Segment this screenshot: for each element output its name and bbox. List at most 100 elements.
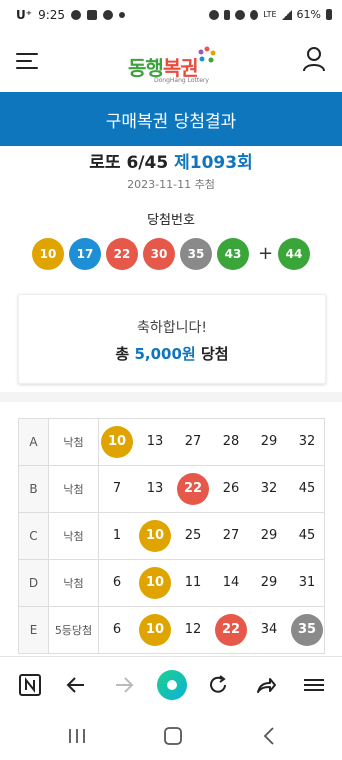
ticket-number: 1 <box>112 528 122 543</box>
logo-burst-icon <box>198 46 216 63</box>
main-content: 로또 6/45 제1093회 2023-11-11 추첨 당첨번호 10 1 7 … <box>0 146 342 656</box>
ticket-row: E 5등당첨 6 10 12 22 34 35 <box>19 607 325 654</box>
page-title: 구매복권 당첨결과 <box>0 92 342 146</box>
ticket-row: B 낙첨 7 13 22 26 32 45 <box>19 466 325 513</box>
ticket-number: 6 <box>112 575 122 590</box>
ticket-line-numbers: 10 13 27 28 29 32 <box>99 419 325 465</box>
draw-round: 제1093회 <box>174 153 253 173</box>
recent-apps-icon[interactable] <box>62 724 92 748</box>
plus-sign: + <box>258 243 274 264</box>
section-divider <box>0 392 342 402</box>
ticket-line-result: 낙첨 <box>49 419 99 465</box>
donghang-logo[interactable]: 동행복권 DongHang Lottery <box>128 44 218 84</box>
bonus-ball: 44 <box>278 238 310 270</box>
matched-number-ball: 10 <box>139 520 171 552</box>
winning-ball: 22 <box>106 238 138 270</box>
ticket-line-label: D <box>19 560 49 606</box>
ticket-line-numbers: 7 13 22 26 32 45 <box>99 466 325 512</box>
home-icon[interactable] <box>158 724 188 748</box>
ticket-number: 11 <box>184 575 202 590</box>
dot-icon <box>119 12 126 18</box>
system-nav-bar <box>0 712 342 760</box>
ticket-number: 32 <box>260 481 278 496</box>
prize-suffix: 당첨 <box>200 345 229 363</box>
ticket-number: 12 <box>184 622 202 637</box>
ticket-line-result: 5등당첨 <box>49 607 99 653</box>
winning-ball: 10 <box>32 238 64 270</box>
network-type: LTE <box>263 10 277 19</box>
signal-icon <box>281 9 292 20</box>
browser-toolbar <box>0 656 342 713</box>
ticket-line-numbers: 6 10 12 22 34 35 <box>99 607 325 653</box>
ticket-number: 29 <box>260 528 278 543</box>
battery-level: 61% <box>296 8 321 21</box>
matched-number-ball: 10 <box>139 614 171 646</box>
back-icon[interactable] <box>254 724 284 748</box>
winning-numbers-label: 당첨번호 <box>147 213 195 228</box>
status-bar: U⁺ 9:25 LTE 61% <box>0 0 342 32</box>
matched-number-ball: 10 <box>101 426 133 458</box>
alarm-icon <box>209 9 220 20</box>
location-icon <box>250 9 259 20</box>
ticket-number: 27 <box>184 434 202 449</box>
ticket-line-label: A <box>19 419 49 465</box>
carrier-label: U⁺ <box>16 8 33 22</box>
bluetooth-icon <box>224 9 231 20</box>
back-icon[interactable] <box>62 671 90 699</box>
menu-icon[interactable] <box>300 671 328 699</box>
matched-number-ball: 10 <box>139 567 171 599</box>
cloud-icon <box>103 10 114 20</box>
ticket-number: 28 <box>222 434 240 449</box>
ticket-line-result: 낙첨 <box>49 513 99 559</box>
prize-amount: 5,000원 <box>134 345 196 363</box>
winning-ball: 35 <box>180 238 212 270</box>
winning-ball: 17 <box>69 238 101 270</box>
ticket-number: 14 <box>222 575 240 590</box>
logo-subtitle: DongHang Lottery <box>154 77 209 84</box>
ticket-number: 32 <box>298 434 316 449</box>
prize-summary: 총 5,000원 당첨 <box>19 343 325 364</box>
gallery-icon <box>87 10 98 20</box>
ticket-number: 25 <box>184 528 202 543</box>
ticket-number: 6 <box>112 622 122 637</box>
share-icon[interactable] <box>252 671 280 699</box>
ticket-number: 27 <box>222 528 240 543</box>
ticket-number: 45 <box>298 481 316 496</box>
app-header: 동행복권 DongHang Lottery <box>0 32 342 92</box>
status-time: 9:25 <box>38 8 66 22</box>
ticket-number: 31 <box>298 575 316 590</box>
ticket-row: A 낙첨 10 13 27 28 29 32 <box>19 419 325 466</box>
forward-icon[interactable] <box>110 671 138 699</box>
ticket-number: 45 <box>298 528 316 543</box>
ticket-line-label: E <box>19 607 49 653</box>
matched-number-ball: 35 <box>291 614 323 646</box>
ticket-row: C 낙첨 1 10 25 27 29 45 <box>19 513 325 560</box>
winning-ball: 30 <box>143 238 175 270</box>
ticket-line-label: C <box>19 513 49 559</box>
ticket-line-numbers: 1 10 25 27 29 45 <box>99 513 325 559</box>
mute-icon <box>235 9 246 20</box>
prize-prefix: 총 <box>115 345 130 363</box>
congrats-card: 축하합니다! 총 5,000원 당첨 <box>18 294 326 384</box>
refresh-icon[interactable] <box>204 671 232 699</box>
ticket-line-result: 낙첨 <box>49 560 99 606</box>
ticket-results-table: A 낙첨 10 13 27 28 29 32 B 낙첨 7 13 22 26 32 45 C 낙첨 1 10 25 27 2… <box>18 418 325 654</box>
ticket-number: 29 <box>260 434 278 449</box>
ticket-line-result: 낙첨 <box>49 466 99 512</box>
user-icon[interactable] <box>302 46 326 72</box>
battery-icon <box>326 9 332 20</box>
matched-number-ball: 22 <box>215 614 247 646</box>
menu-button[interactable] <box>16 51 40 71</box>
ticket-number: 13 <box>146 434 164 449</box>
naver-icon[interactable] <box>16 671 44 699</box>
ticket-number: 29 <box>260 575 278 590</box>
ticket-row: D 낙첨 6 10 11 14 29 31 <box>19 560 325 607</box>
ticket-number: 7 <box>112 481 122 496</box>
notification-icon <box>71 10 82 20</box>
winning-ball: 43 <box>217 238 249 270</box>
game-name: 로또 6/45 <box>89 153 169 173</box>
ticket-number: 26 <box>222 481 240 496</box>
home-dot-icon[interactable] <box>156 669 188 701</box>
draw-date: 2023-11-11 추첨 <box>127 178 215 191</box>
ticket-number: 34 <box>260 622 278 637</box>
